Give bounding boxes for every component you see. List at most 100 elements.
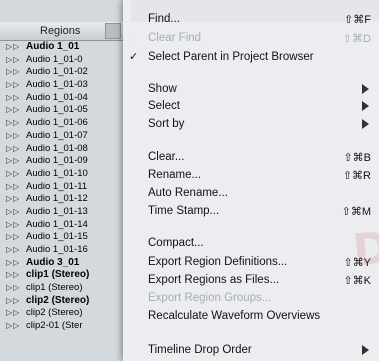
region-row[interactable]: ▷▷ clip1 (Stereo)	[0, 269, 130, 282]
disclosure-triangle-icon[interactable]: ▷▷	[6, 79, 20, 92]
region-row[interactable]: ▷▷ Audio 1_01-03	[0, 79, 130, 92]
menu-item-label: Timeline Drop Order	[148, 344, 252, 356]
menu-item-recalculate-waveform-overviews[interactable]: Recalculate Waveform Overviews	[123, 309, 379, 326]
menu-item-shortcut: ⇧⌘Y	[343, 257, 371, 269]
menu-item-label: Sort by	[148, 118, 185, 130]
disclosure-triangle-icon[interactable]: ▷▷	[6, 219, 20, 232]
disclosure-triangle-icon[interactable]: ▷▷	[6, 282, 20, 295]
disclosure-triangle-icon[interactable]: ▷▷	[6, 66, 20, 79]
menu-item-label: Show	[148, 83, 177, 95]
region-row[interactable]: ▷▷ Audio 1_01-04	[0, 92, 130, 105]
menu-item-label: Export Region Definitions...	[148, 256, 288, 268]
region-row[interactable]: ▷▷ Audio 1_01-09	[0, 155, 130, 168]
disclosure-triangle-icon[interactable]: ▷▷	[6, 143, 20, 156]
region-row[interactable]: ▷▷ Audio 1_01-07	[0, 130, 130, 143]
region-name: Audio 1_01-16	[26, 244, 88, 255]
submenu-arrow-icon	[362, 345, 369, 355]
disclosure-triangle-icon[interactable]: ▷▷	[6, 41, 20, 54]
menu-item-time-stamp[interactable]: Time Stamp... ⇧⌘M	[123, 204, 379, 221]
disclosure-triangle-icon[interactable]: ▷▷	[6, 54, 20, 67]
region-name: clip2 (Stereo)	[26, 307, 83, 319]
disclosure-triangle-icon[interactable]: ▷▷	[6, 117, 20, 130]
menu-item-select-parent-in-project-browser[interactable]: ✓ Select Parent in Project Browser	[123, 50, 379, 67]
submenu-arrow-icon	[362, 101, 369, 111]
submenu-arrow-icon	[362, 84, 369, 94]
region-row[interactable]: ▷▷ clip1 (Stereo)	[0, 282, 130, 295]
disclosure-triangle-icon[interactable]: ▷▷	[6, 130, 20, 143]
menu-item-compact[interactable]: Compact...	[123, 236, 379, 253]
region-name: Audio 1_01-0	[26, 53, 83, 65]
disclosure-triangle-icon[interactable]: ▷▷	[6, 155, 20, 168]
disclosure-triangle-icon[interactable]: ▷▷	[6, 257, 20, 270]
regions-panel: Regions ▷▷ Audio 1_01 ▷▷ Audio 1_01-0 ▷▷ Audi…	[0, 0, 131, 361]
region-row[interactable]: ▷▷ Audio 1_01-08	[0, 143, 130, 156]
region-row[interactable]: ▷▷ Audio 1_01-13	[0, 206, 130, 219]
menu-item-label: Recalculate Waveform Overviews	[148, 310, 321, 322]
region-name: Audio 1_01-13	[26, 205, 88, 217]
region-row[interactable]: ▷▷ Audio 1_01-11	[0, 181, 130, 194]
region-name: Audio 1_01-11	[26, 180, 88, 192]
regions-menu-button[interactable]	[105, 23, 121, 39]
regions-header[interactable]: Regions	[0, 22, 130, 41]
region-row[interactable]: ▷▷ Audio 1_01-15	[0, 231, 130, 244]
region-row[interactable]: ▷▷ Audio 1_01-0	[0, 54, 130, 67]
menu-item-label: Rename...	[148, 169, 202, 181]
disclosure-triangle-icon[interactable]: ▷▷	[6, 92, 20, 105]
menu-item-show[interactable]: Show	[123, 82, 379, 99]
menu-item-shortcut: ⇧⌘K	[343, 275, 371, 287]
disclosure-triangle-icon[interactable]: ▷▷	[6, 307, 20, 320]
menu-item-shortcut: ⇧⌘D	[342, 33, 371, 45]
region-row[interactable]: ▷▷ Audio 1_01-12	[0, 193, 130, 206]
region-name: Audio 1_01-04	[26, 91, 88, 103]
region-row[interactable]: ▷▷ Audio 1_01-16	[0, 244, 130, 257]
menu-item-shortcut: ⇧⌘M	[341, 206, 371, 218]
menu-item-label: Select	[148, 100, 180, 112]
disclosure-triangle-icon[interactable]: ▷▷	[6, 295, 20, 308]
region-name: Audio 3_01	[26, 256, 80, 268]
menu-item-sort-by[interactable]: Sort by	[123, 117, 379, 134]
menu-item-rename[interactable]: Rename... ⇧⌘R	[123, 168, 379, 185]
region-row[interactable]: ▷▷ clip2 (Stereo)	[0, 307, 130, 320]
menu-item-label: Compact...	[148, 237, 204, 249]
disclosure-triangle-icon[interactable]: ▷▷	[6, 104, 20, 117]
region-row[interactable]: ▷▷ Audio 1_01-02	[0, 66, 130, 79]
regions-popup-menu: Drop Find... ⇧⌘F Clear Find ⇧⌘D ✓ Select Pare…	[123, 0, 379, 361]
region-row[interactable]: ▷▷ Audio 1_01-14	[0, 219, 130, 232]
region-name: Audio 1_01-14	[26, 218, 88, 230]
disclosure-triangle-icon[interactable]: ▷▷	[6, 206, 20, 219]
disclosure-triangle-icon[interactable]: ▷▷	[6, 181, 20, 194]
region-row[interactable]: ▷▷ Audio 1_01-10	[0, 168, 130, 181]
menu-item-label: Time Stamp...	[148, 205, 220, 217]
region-row[interactable]: ▷▷ clip2 (Stereo)	[0, 295, 130, 308]
region-row[interactable]: ▷▷ clip2-01 (Ster	[0, 320, 130, 333]
region-name: Audio 1_01-05	[26, 104, 88, 116]
menu-item-label: Clear...	[148, 151, 185, 163]
disclosure-triangle-icon[interactable]: ▷▷	[6, 193, 20, 206]
menu-item-shortcut: ⇧⌘F	[344, 14, 371, 26]
region-row[interactable]: ▷▷ Audio 1_01	[0, 41, 130, 54]
disclosure-triangle-icon[interactable]: ▷▷	[6, 244, 20, 257]
menu-item-export-region-groups[interactable]: Export Region Groups...	[123, 291, 379, 308]
region-row[interactable]: ▷▷ Audio 1_01-06	[0, 117, 130, 130]
menu-item-select[interactable]: Select	[123, 99, 379, 116]
menu-item-find[interactable]: Find... ⇧⌘F	[123, 12, 379, 29]
region-name: Audio 1_01-07	[26, 129, 88, 141]
menu-item-auto-rename[interactable]: Auto Rename...	[123, 186, 379, 203]
region-name: Audio 1_01-08	[26, 142, 88, 154]
disclosure-triangle-icon[interactable]: ▷▷	[6, 168, 20, 181]
region-row[interactable]: ▷▷ Audio 1_01-05	[0, 104, 130, 117]
menu-item-export-regions-as-files[interactable]: Export Regions as Files... ⇧⌘K	[123, 273, 379, 290]
menu-item-timeline-drop-order[interactable]: Timeline Drop Order	[123, 343, 379, 360]
disclosure-triangle-icon[interactable]: ▷▷	[6, 231, 20, 244]
checkmark-icon: ✓	[129, 51, 139, 63]
menu-item-clear[interactable]: Clear... ⇧⌘B	[123, 150, 379, 167]
menu-item-clear-find[interactable]: Clear Find ⇧⌘D	[123, 31, 379, 48]
region-row[interactable]: ▷▷ Audio 3_01	[0, 257, 130, 270]
region-name: Audio 1_01	[26, 41, 80, 52]
disclosure-triangle-icon[interactable]: ▷▷	[6, 269, 20, 282]
region-name: clip2-01 (Ster	[26, 320, 83, 332]
region-name: clip1 (Stereo)	[26, 269, 90, 281]
menu-item-export-region-definitions[interactable]: Export Region Definitions... ⇧⌘Y	[123, 255, 379, 272]
region-name: Audio 1_01-03	[26, 79, 88, 91]
disclosure-triangle-icon[interactable]: ▷▷	[6, 320, 20, 333]
